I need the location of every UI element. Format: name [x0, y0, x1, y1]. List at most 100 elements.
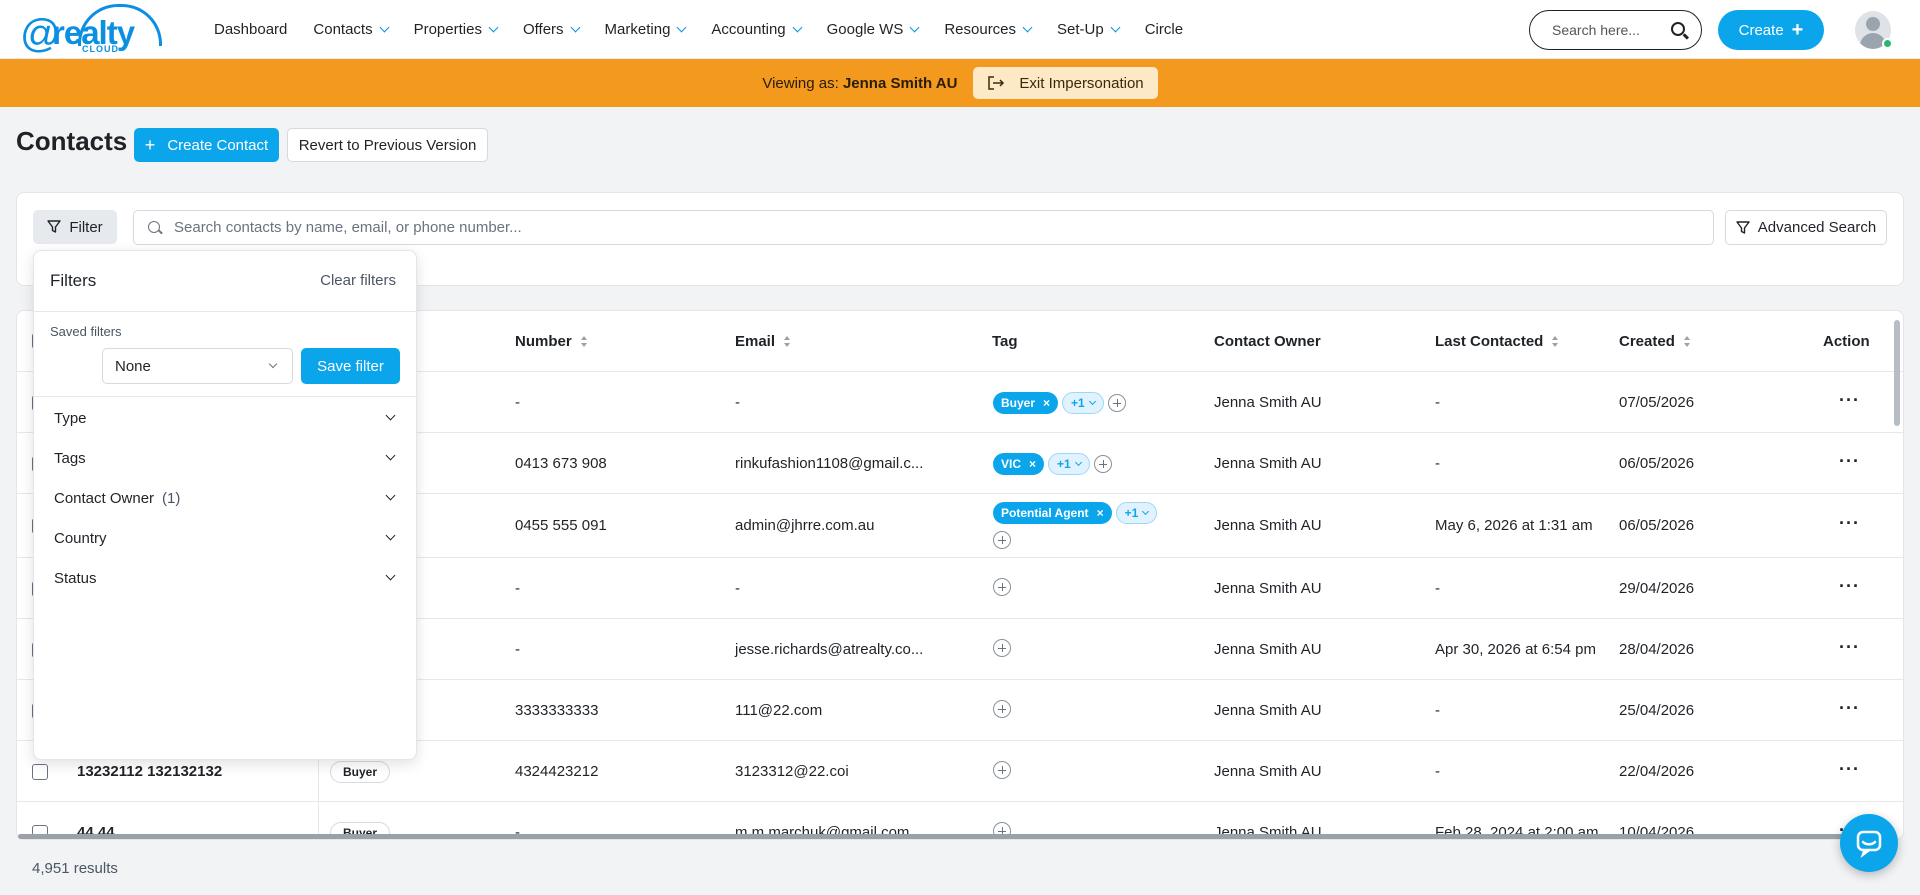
contact-email[interactable]: -	[735, 580, 740, 597]
nav-dashboard[interactable]: Dashboard	[214, 21, 287, 38]
close-icon[interactable]: ×	[1043, 396, 1050, 410]
filter-button[interactable]: Filter	[33, 210, 117, 244]
horizontal-scrollbar[interactable]	[18, 834, 1860, 839]
contact-name[interactable]: 13232112 132132132	[77, 763, 222, 780]
tag-list: Buyer × +1	[993, 391, 1126, 414]
more-actions-icon[interactable]: ···	[1839, 576, 1860, 597]
contact-email[interactable]: rinkufashion1108@gmail.c...	[735, 455, 923, 472]
nav-contacts[interactable]: Contacts	[313, 21, 390, 38]
global-search-input[interactable]: Search here...	[1529, 10, 1702, 50]
more-actions-icon[interactable]: ···	[1839, 698, 1860, 719]
contact-email[interactable]: jesse.richards@atrealty.co...	[735, 641, 923, 658]
search-icon[interactable]	[1671, 22, 1685, 36]
more-actions-icon[interactable]: ···	[1839, 637, 1860, 658]
more-tags-badge[interactable]: +1	[1048, 452, 1090, 475]
funnel-icon	[1736, 220, 1750, 234]
chat-support-button[interactable]	[1840, 814, 1898, 872]
filter-section-country[interactable]: Country	[54, 526, 398, 550]
more-actions-icon[interactable]: ···	[1839, 451, 1860, 472]
close-icon[interactable]: ×	[1029, 457, 1036, 471]
add-tag-icon[interactable]	[993, 577, 1011, 596]
nav-label: Contacts	[313, 21, 373, 38]
more-actions-icon[interactable]: ···	[1839, 390, 1860, 411]
header-label: Number	[515, 333, 572, 350]
nav-set-up[interactable]: Set-Up	[1057, 21, 1121, 38]
tag-list: VIC × +1	[993, 452, 1112, 475]
tag-list: Potential Agent × +1	[993, 502, 1161, 524]
exit-impersonation-button[interactable]: Exit Impersonation	[973, 67, 1158, 99]
realty-cloud-logo[interactable]: @ realty CLOUD	[20, 4, 162, 56]
more-actions-icon[interactable]: ···	[1839, 513, 1860, 534]
create-contact-button[interactable]: + Create Contact	[134, 128, 279, 162]
tag-list	[993, 760, 1011, 779]
more-tags-badge[interactable]: +1	[1115, 502, 1158, 524]
contact-number: -	[515, 640, 520, 658]
last-contacted: -	[1435, 701, 1440, 719]
filter-section-status[interactable]: Status	[54, 566, 398, 590]
contact-email[interactable]: 111@22.com	[735, 702, 822, 719]
nav-properties[interactable]: Properties	[414, 21, 499, 38]
nav-accounting[interactable]: Accounting	[711, 21, 803, 38]
advanced-search-button[interactable]: Advanced Search	[1725, 210, 1887, 245]
nav-label: Dashboard	[214, 21, 288, 38]
viewing-as-prefix: Viewing as:	[762, 74, 839, 92]
header-created[interactable]: Created	[1619, 333, 1691, 350]
plus-icon: +	[144, 134, 156, 155]
type-badge[interactable]: Buyer	[330, 760, 391, 783]
more-tags-badge[interactable]: +1	[1062, 391, 1104, 414]
add-tag-icon[interactable]	[993, 699, 1011, 718]
add-tag-icon[interactable]	[1093, 454, 1112, 473]
chevron-down-icon	[385, 490, 396, 501]
add-tag-icon[interactable]	[993, 531, 1011, 550]
header-last-contacted[interactable]: Last Contacted	[1435, 333, 1559, 350]
close-icon[interactable]: ×	[1097, 506, 1104, 520]
filter-section-tags[interactable]: Tags	[54, 446, 398, 470]
nav-google-ws[interactable]: Google WS	[827, 21, 920, 38]
create-button[interactable]: Create +	[1718, 10, 1824, 50]
nav-label: Set-Up	[1057, 21, 1104, 38]
contact-email[interactable]: 3123312@22.coi	[735, 763, 849, 780]
nav-label: Accounting	[711, 21, 786, 38]
tag-badge[interactable]: VIC ×	[993, 452, 1045, 475]
add-tag-icon[interactable]	[993, 760, 1011, 779]
contact-email[interactable]: -	[735, 394, 740, 411]
vertical-scrollbar[interactable]	[1894, 320, 1900, 426]
add-tag-icon[interactable]	[993, 638, 1011, 657]
header-number[interactable]: Number	[515, 333, 588, 350]
save-filter-button[interactable]: Save filter	[301, 348, 400, 384]
nav-offers[interactable]: Offers	[523, 21, 580, 38]
tag-badge[interactable]: Potential Agent ×	[993, 502, 1112, 524]
contact-search-input[interactable]: Search contacts by name, email, or phone…	[133, 210, 1714, 245]
contact-owner: Jenna Smith AU	[1214, 579, 1322, 597]
more-actions-icon[interactable]: ···	[1839, 759, 1860, 780]
funnel-icon	[47, 220, 62, 233]
chevron-down-icon	[379, 22, 390, 33]
saved-filters-select[interactable]: None	[102, 348, 293, 384]
filter-section-type[interactable]: Type	[54, 406, 398, 430]
tag-badge[interactable]: Buyer ×	[993, 391, 1059, 414]
row-checkbox[interactable]	[32, 763, 48, 780]
create-contact-label: Create Contact	[167, 136, 269, 154]
chevron-down-icon	[1022, 22, 1033, 33]
chevron-down-icon	[385, 530, 396, 541]
revert-version-button[interactable]: Revert to Previous Version	[287, 128, 488, 162]
nav-circle[interactable]: Circle	[1145, 21, 1183, 38]
nav-marketing[interactable]: Marketing	[605, 21, 687, 38]
chevron-down-icon	[676, 22, 687, 33]
online-status-dot	[1882, 38, 1893, 49]
filter-section-contact-owner[interactable]: Contact Owner (1)	[54, 486, 398, 510]
tag-list	[993, 699, 1011, 718]
clear-filters-link[interactable]: Clear filters	[320, 272, 396, 289]
contact-email[interactable]: admin@jhrre.com.au	[735, 517, 874, 534]
header-label: Email	[735, 333, 776, 350]
created-date: 25/04/2026	[1619, 701, 1695, 719]
impersonated-user: Jenna Smith AU	[842, 74, 958, 92]
header-email[interactable]: Email	[735, 333, 791, 350]
created-date: 22/04/2026	[1619, 762, 1695, 780]
filter-section-label: Contact Owner	[54, 489, 155, 507]
filter-section-label: Tags	[54, 449, 86, 467]
add-tag-icon[interactable]	[1107, 393, 1126, 412]
header-contact-owner: Contact Owner	[1214, 333, 1321, 350]
tag-label: VIC	[1001, 456, 1022, 471]
nav-resources[interactable]: Resources	[944, 21, 1033, 38]
